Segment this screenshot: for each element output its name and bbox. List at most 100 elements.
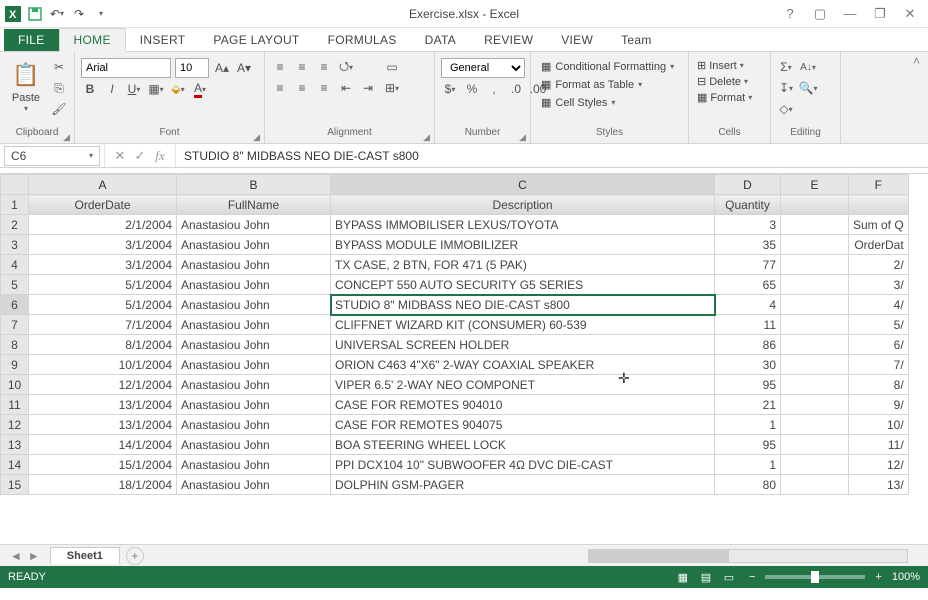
sheet-nav-next-icon[interactable]: ► — [28, 549, 40, 563]
cell[interactable]: 30 — [715, 355, 781, 375]
format-cells-button[interactable]: ▦Format▾ — [695, 90, 754, 105]
cell[interactable]: 4 — [715, 295, 781, 315]
cell[interactable]: DOLPHIN GSM-PAGER — [331, 475, 715, 495]
cell[interactable]: 21 — [715, 395, 781, 415]
row-header-3[interactable]: 3 — [1, 235, 29, 255]
cell[interactable]: BYPASS IMMOBILISER LEXUS/TOYOTA — [331, 215, 715, 235]
cell[interactable]: Anastasiou John — [177, 235, 331, 255]
col-header-E[interactable]: E — [781, 175, 849, 195]
enter-formula-icon[interactable]: ✓ — [131, 148, 149, 164]
insert-function-icon[interactable]: fx — [151, 148, 169, 164]
cell[interactable]: 2/ — [849, 255, 909, 275]
clipboard-launcher[interactable]: ◢ — [63, 132, 70, 143]
tab-formulas[interactable]: FORMULAS — [314, 29, 411, 51]
cell[interactable]: 80 — [715, 475, 781, 495]
new-sheet-icon[interactable]: + — [126, 547, 144, 565]
cell[interactable]: 3/1/2004 — [29, 255, 177, 275]
row-header-13[interactable]: 13 — [1, 435, 29, 455]
restore-icon[interactable]: ❐ — [870, 6, 890, 22]
cell[interactable] — [781, 235, 849, 255]
cell[interactable]: BYPASS MODULE IMMOBILIZER — [331, 235, 715, 255]
cell[interactable]: 8/ — [849, 375, 909, 395]
cell[interactable]: STUDIO 8" MIDBASS NEO DIE-CAST s800 — [331, 295, 715, 315]
cell[interactable]: Anastasiou John — [177, 415, 331, 435]
header-cell[interactable] — [849, 195, 909, 215]
cell[interactable]: Anastasiou John — [177, 295, 331, 315]
header-cell[interactable] — [781, 195, 849, 215]
cell[interactable] — [781, 275, 849, 295]
cell[interactable] — [781, 335, 849, 355]
sheet-nav-prev-icon[interactable]: ◄ — [10, 549, 22, 563]
font-color-button[interactable]: A▾ — [191, 80, 209, 98]
cell[interactable]: Anastasiou John — [177, 275, 331, 295]
cell[interactable]: OrderDat — [849, 235, 909, 255]
cell[interactable]: 3/1/2004 — [29, 235, 177, 255]
cell[interactable]: 11/ — [849, 435, 909, 455]
cell[interactable]: Anastasiou John — [177, 215, 331, 235]
cancel-formula-icon[interactable]: ✕ — [111, 148, 129, 164]
cell[interactable] — [781, 215, 849, 235]
page-layout-view-icon[interactable]: ▤ — [696, 571, 716, 584]
font-name-combo[interactable] — [81, 58, 171, 78]
name-box[interactable]: C6▾ — [4, 146, 100, 166]
cell[interactable]: 5/1/2004 — [29, 275, 177, 295]
fill-color-button[interactable]: ⬙▾ — [169, 80, 187, 98]
cell[interactable]: PPI DCX104 10" SUBWOOFER 4Ω DVC DIE-CAST — [331, 455, 715, 475]
cell[interactable] — [781, 295, 849, 315]
border-button[interactable]: ▦▾ — [147, 80, 165, 98]
cell[interactable]: 35 — [715, 235, 781, 255]
sort-filter-icon[interactable]: A↓▾ — [799, 58, 817, 76]
page-break-view-icon[interactable]: ▭ — [719, 571, 739, 584]
worksheet-grid[interactable]: ABCDEF1OrderDateFullNameDescriptionQuant… — [0, 174, 928, 544]
cell[interactable]: 12/1/2004 — [29, 375, 177, 395]
comma-icon[interactable]: , — [485, 80, 503, 98]
autosum-icon[interactable]: Σ▾ — [777, 58, 795, 76]
col-header-C[interactable]: C — [331, 175, 715, 195]
align-left-icon[interactable]: ≡ — [271, 79, 289, 97]
help-icon[interactable]: ? — [780, 6, 800, 22]
zoom-in-icon[interactable]: + — [875, 571, 881, 583]
tab-view[interactable]: VIEW — [547, 29, 607, 51]
minimize-icon[interactable]: — — [840, 6, 860, 22]
format-as-table-button[interactable]: ▦Format as Table▾ — [537, 76, 678, 93]
align-right-icon[interactable]: ≡ — [315, 79, 333, 97]
font-launcher[interactable]: ◢ — [253, 132, 260, 143]
currency-icon[interactable]: $▾ — [441, 80, 459, 98]
align-top-icon[interactable]: ≡ — [271, 58, 289, 76]
cell[interactable] — [781, 435, 849, 455]
cell[interactable]: Anastasiou John — [177, 335, 331, 355]
cell[interactable]: Anastasiou John — [177, 315, 331, 335]
alignment-launcher[interactable]: ◢ — [423, 132, 430, 143]
cell[interactable]: 1 — [715, 455, 781, 475]
cell[interactable]: UNIVERSAL SCREEN HOLDER — [331, 335, 715, 355]
row-header-1[interactable]: 1 — [1, 195, 29, 215]
cell[interactable] — [781, 455, 849, 475]
cell[interactable]: TX CASE, 2 BTN, FOR 471 (5 PAK) — [331, 255, 715, 275]
row-header-4[interactable]: 4 — [1, 255, 29, 275]
cell[interactable]: 14/1/2004 — [29, 435, 177, 455]
cell[interactable]: Sum of Q — [849, 215, 909, 235]
cell[interactable]: 1 — [715, 415, 781, 435]
row-header-12[interactable]: 12 — [1, 415, 29, 435]
italic-button[interactable]: I — [103, 80, 121, 98]
tab-page-layout[interactable]: PAGE LAYOUT — [199, 29, 313, 51]
cell[interactable]: CASE FOR REMOTES 904075 — [331, 415, 715, 435]
cell[interactable]: 4/ — [849, 295, 909, 315]
percent-icon[interactable]: % — [463, 80, 481, 98]
zoom-level[interactable]: 100% — [892, 571, 920, 583]
tab-home[interactable]: HOME — [59, 28, 126, 52]
cell[interactable]: Anastasiou John — [177, 375, 331, 395]
cell[interactable]: Anastasiou John — [177, 475, 331, 495]
cell[interactable] — [781, 375, 849, 395]
cell[interactable]: Anastasiou John — [177, 435, 331, 455]
cell[interactable] — [781, 415, 849, 435]
cell[interactable]: CONCEPT 550 AUTO SECURITY G5 SERIES — [331, 275, 715, 295]
cell[interactable]: 6/ — [849, 335, 909, 355]
cell[interactable]: 95 — [715, 375, 781, 395]
horizontal-scrollbar[interactable] — [144, 549, 928, 563]
cell[interactable]: 12/ — [849, 455, 909, 475]
cell[interactable]: 2/1/2004 — [29, 215, 177, 235]
cell[interactable] — [781, 255, 849, 275]
cell[interactable] — [781, 475, 849, 495]
cell[interactable]: Anastasiou John — [177, 255, 331, 275]
